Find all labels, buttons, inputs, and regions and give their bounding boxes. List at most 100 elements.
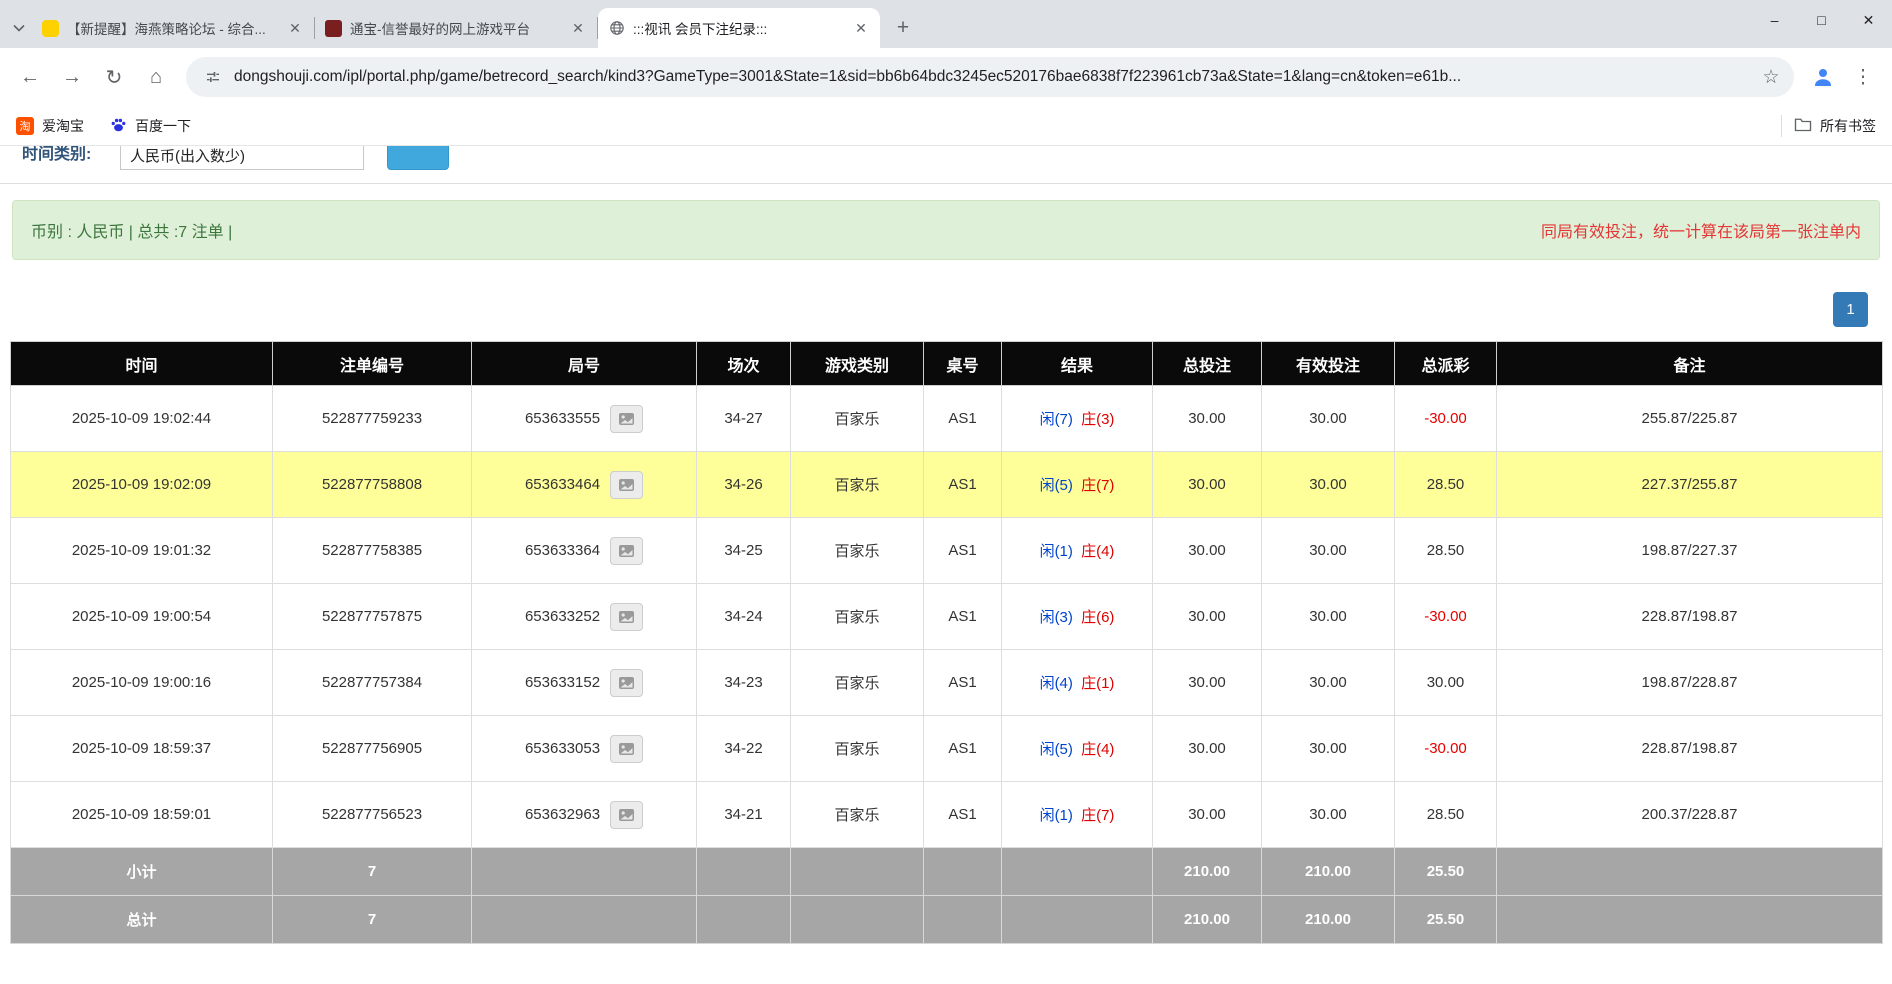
currency-filter-input[interactable]: 人民币(出入数少): [120, 146, 334, 170]
tab-title: 通宝-信誉最好的网上游戏平台: [350, 18, 561, 38]
result-player: 闲(4): [1040, 675, 1073, 692]
cell-time: 2025-10-09 18:59:37: [11, 716, 273, 782]
cell-session: 34-22: [697, 716, 791, 782]
all-bookmarks-label: 所有书签: [1820, 116, 1876, 136]
search-button[interactable]: [387, 146, 449, 170]
new-tab-button[interactable]: +: [888, 13, 918, 43]
tab-close-icon[interactable]: ✕: [286, 19, 304, 37]
total-row: 总计 7 210.00 210.00 25.50: [11, 896, 1883, 944]
table-row: 2025-10-09 19:01:32 522877758385 6536333…: [11, 518, 1883, 584]
back-button[interactable]: ←: [10, 57, 50, 97]
cell-session: 34-27: [697, 386, 791, 452]
filter-select-box[interactable]: [333, 146, 364, 170]
result-player: 闲(7): [1040, 411, 1073, 428]
total-count: 7: [273, 896, 472, 944]
total-valid-bet: 210.00: [1262, 896, 1395, 944]
round-result-icon[interactable]: [610, 537, 643, 565]
round-result-icon[interactable]: [610, 603, 643, 631]
cell-time: 2025-10-09 19:00:54: [11, 584, 273, 650]
cell-session: 34-25: [697, 518, 791, 584]
close-button[interactable]: ✕: [1845, 0, 1892, 40]
folder-icon: [1794, 117, 1812, 135]
result-player: 闲(3): [1040, 609, 1073, 626]
round-result-icon[interactable]: [610, 405, 643, 433]
window-controls: – □ ✕: [1751, 0, 1892, 40]
cell-total-bet-link[interactable]: 30.00: [1153, 518, 1262, 584]
header-valid-bet: 有效投注: [1262, 342, 1395, 386]
cell-total-bet-link[interactable]: 30.00: [1153, 584, 1262, 650]
cell-payout: 30.00: [1395, 650, 1497, 716]
cell-total-bet-link[interactable]: 30.00: [1153, 452, 1262, 518]
bet-table-body: 2025-10-09 19:02:44 522877759233 6536335…: [11, 386, 1883, 848]
forward-button[interactable]: →: [52, 57, 92, 97]
tab-close-icon[interactable]: ✕: [852, 19, 870, 37]
pagination: 1: [24, 292, 1868, 327]
cell-table-no: AS1: [924, 782, 1002, 848]
globe-favicon-icon: [608, 20, 625, 37]
cell-result: 闲(1) 庄(7): [1002, 782, 1153, 848]
minimize-button[interactable]: –: [1751, 0, 1798, 40]
tab-tongbao[interactable]: 通宝-信誉最好的网上游戏平台 ✕: [315, 8, 597, 48]
cell-session: 34-23: [697, 650, 791, 716]
bet-records-table: 时间 注单编号 局号 场次 游戏类别 桌号 结果 总投注 有效投注 总派彩 备注…: [10, 341, 1883, 944]
cell-bet-id: 522877757875: [273, 584, 472, 650]
total-payout: 25.50: [1395, 896, 1497, 944]
cell-time: 2025-10-09 19:02:44: [11, 386, 273, 452]
round-result-icon[interactable]: [610, 801, 643, 829]
header-round: 局号: [472, 342, 697, 386]
site-settings-icon[interactable]: [200, 64, 226, 90]
baidu-paw-icon: [110, 116, 127, 136]
page-1-button[interactable]: 1: [1833, 292, 1868, 327]
maximize-button[interactable]: □: [1798, 0, 1845, 40]
bookmark-star-icon[interactable]: ☆: [1754, 60, 1788, 94]
cell-total-bet-link[interactable]: 30.00: [1153, 782, 1262, 848]
bookmark-label: 爱淘宝: [42, 116, 84, 136]
result-banker: 庄(1): [1081, 675, 1114, 692]
profile-avatar-icon[interactable]: [1804, 58, 1842, 96]
cell-total-bet-link[interactable]: 30.00: [1153, 650, 1262, 716]
cell-total-bet-link[interactable]: 30.00: [1153, 716, 1262, 782]
round-result-icon[interactable]: [610, 471, 643, 499]
cell-payout: 28.50: [1395, 518, 1497, 584]
round-result-icon[interactable]: [610, 735, 643, 763]
cell-bet-id: 522877759233: [273, 386, 472, 452]
header-bet-id: 注单编号: [273, 342, 472, 386]
tab-list-chevron-icon[interactable]: [6, 8, 32, 48]
result-banker: 庄(6): [1081, 609, 1114, 626]
cell-session: 34-24: [697, 584, 791, 650]
address-bar[interactable]: dongshouji.com/ipl/portal.php/game/betre…: [186, 57, 1794, 97]
bookmark-label: 百度一下: [135, 116, 191, 136]
header-time: 时间: [11, 342, 273, 386]
cell-round: 653632963: [472, 782, 697, 848]
round-result-icon[interactable]: [610, 669, 643, 697]
tab-close-icon[interactable]: ✕: [569, 19, 587, 37]
cell-total-bet-link[interactable]: 30.00: [1153, 386, 1262, 452]
cell-note: 198.87/228.87: [1497, 650, 1883, 716]
cell-time: 2025-10-09 18:59:01: [11, 782, 273, 848]
cell-result: 闲(7) 庄(3): [1002, 386, 1153, 452]
cell-result: 闲(5) 庄(7): [1002, 452, 1153, 518]
cell-time: 2025-10-09 19:01:32: [11, 518, 273, 584]
cell-bet-id: 522877756523: [273, 782, 472, 848]
tab-bet-records-active[interactable]: :::视讯 会员下注纪录::: ✕: [598, 8, 880, 48]
url-text: dongshouji.com/ipl/portal.php/game/betre…: [234, 68, 1754, 86]
tab-haiyan-forum[interactable]: 【新提醒】海燕策略论坛 - 综合... ✕: [32, 8, 314, 48]
haiyan-favicon-icon: [42, 20, 59, 37]
home-button[interactable]: ⌂: [136, 57, 176, 97]
result-banker: 庄(7): [1081, 477, 1114, 494]
cell-valid-bet: 30.00: [1262, 518, 1395, 584]
cell-result: 闲(5) 庄(4): [1002, 716, 1153, 782]
bookmark-aitaobao[interactable]: 淘 爱淘宝: [16, 116, 84, 136]
refresh-button[interactable]: ↻: [94, 57, 134, 97]
cell-game-type: 百家乐: [791, 386, 924, 452]
all-bookmarks-button[interactable]: 所有书签: [1794, 116, 1876, 136]
filter-label: 时间类别:: [22, 146, 91, 164]
header-payout: 总派彩: [1395, 342, 1497, 386]
cell-result: 闲(4) 庄(1): [1002, 650, 1153, 716]
cell-round: 653633252: [472, 584, 697, 650]
cell-payout: -30.00: [1395, 716, 1497, 782]
cell-note: 228.87/198.87: [1497, 716, 1883, 782]
cell-table-no: AS1: [924, 716, 1002, 782]
bookmark-baidu[interactable]: 百度一下: [110, 116, 191, 136]
browser-menu-icon[interactable]: ⋮: [1844, 58, 1882, 96]
